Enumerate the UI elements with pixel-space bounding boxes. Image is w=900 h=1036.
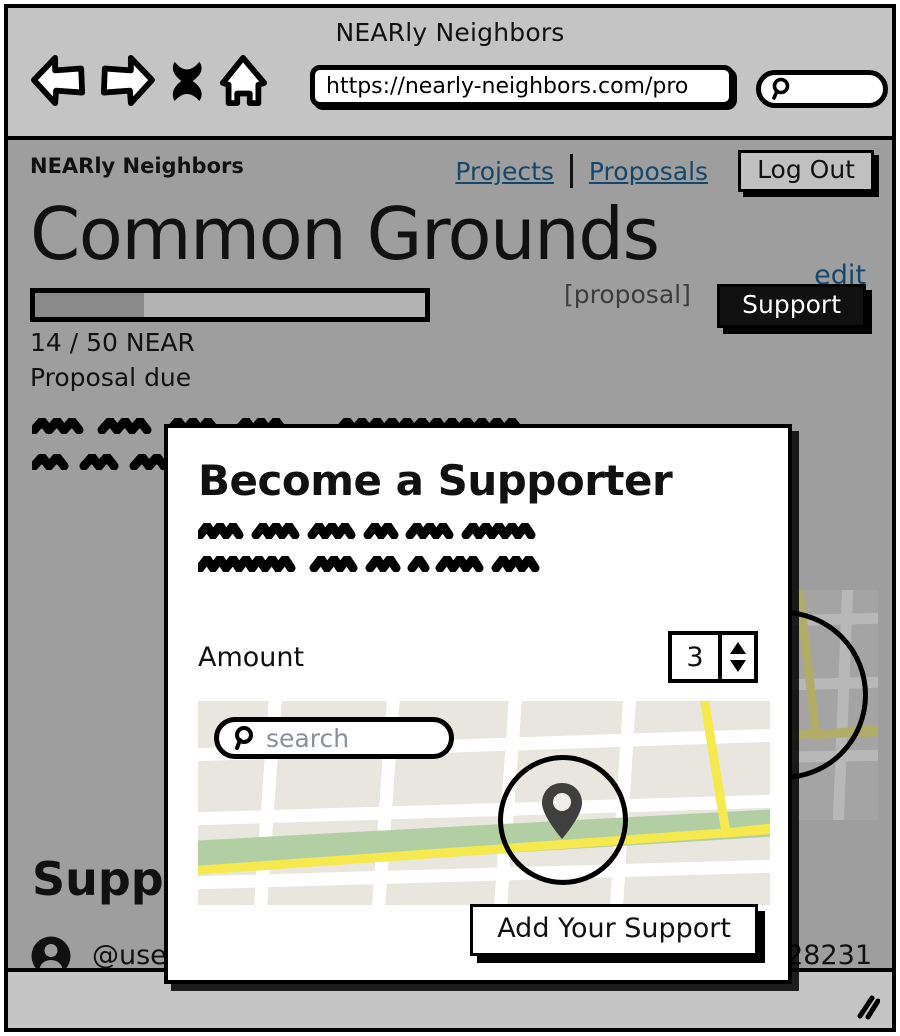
add-your-support-button[interactable]: Add Your Support: [470, 904, 758, 956]
modal-footer: Add Your Support: [198, 904, 758, 956]
site-nav: Projects Proposals Log Out: [439, 150, 874, 192]
back-arrow-icon[interactable]: [30, 54, 88, 108]
page-title: Common Grounds: [30, 192, 660, 276]
squiggle-line: [195, 551, 540, 576]
search-icon: [235, 726, 253, 750]
funding-progress-bar: [30, 288, 430, 322]
nav-link-proposals[interactable]: Proposals: [573, 157, 724, 186]
map-search-placeholder-text: search: [266, 723, 350, 753]
resize-grip-icon[interactable]: [846, 990, 880, 1020]
nav-link-projects[interactable]: Projects: [439, 157, 570, 186]
squiggle-line: [195, 518, 536, 543]
proposal-due-label: Proposal due: [30, 363, 192, 392]
browser-chrome: NEARly Neighbors https://nearly-neighbor…: [8, 8, 892, 140]
project-title-row: Common Grounds edit [proposal]: [8, 192, 892, 309]
location-map[interactable]: search: [198, 701, 770, 905]
site-header: NEARly Neighbors Projects Proposals Log …: [8, 140, 892, 196]
browser-window-title: NEARly Neighbors: [335, 18, 565, 47]
browser-window: NEARly Neighbors https://nearly-neighbor…: [4, 4, 896, 1032]
amount-row: Amount 3: [198, 631, 758, 685]
home-icon[interactable]: [218, 54, 268, 108]
funding-progress-fill: [35, 293, 145, 317]
modal-title: Become a Supporter: [198, 456, 673, 505]
chevron-up-icon[interactable]: [728, 641, 748, 656]
progress-row: Support: [30, 284, 870, 328]
page-content: NEARly Neighbors Projects Proposals Log …: [8, 140, 892, 996]
browser-search-box[interactable]: [756, 70, 888, 108]
amount-stepper[interactable]: 3: [668, 631, 758, 683]
logout-button[interactable]: Log Out: [738, 150, 874, 192]
browser-nav-buttons: [30, 54, 268, 108]
map-pin-icon[interactable]: [539, 781, 585, 841]
forward-arrow-icon[interactable]: [98, 54, 156, 108]
url-input[interactable]: https://nearly-neighbors.com/pro: [310, 65, 734, 107]
map-search-input[interactable]: search: [214, 717, 454, 759]
amount-input[interactable]: 3: [672, 635, 718, 679]
url-text: https://nearly-neighbors.com/pro: [326, 73, 689, 99]
become-supporter-modal: Become a Supporter Amount 3 search Add Y…: [164, 424, 792, 984]
chevron-down-icon[interactable]: [728, 658, 748, 673]
support-button[interactable]: Support: [717, 284, 866, 328]
stepper-arrows[interactable]: [718, 635, 754, 679]
amount-label: Amount: [198, 642, 305, 673]
close-x-icon[interactable]: [166, 54, 208, 108]
funding-amount-label: 14 / 50 NEAR: [30, 328, 195, 357]
search-icon: [772, 77, 790, 100]
site-brand: NEARly Neighbors: [30, 154, 244, 178]
